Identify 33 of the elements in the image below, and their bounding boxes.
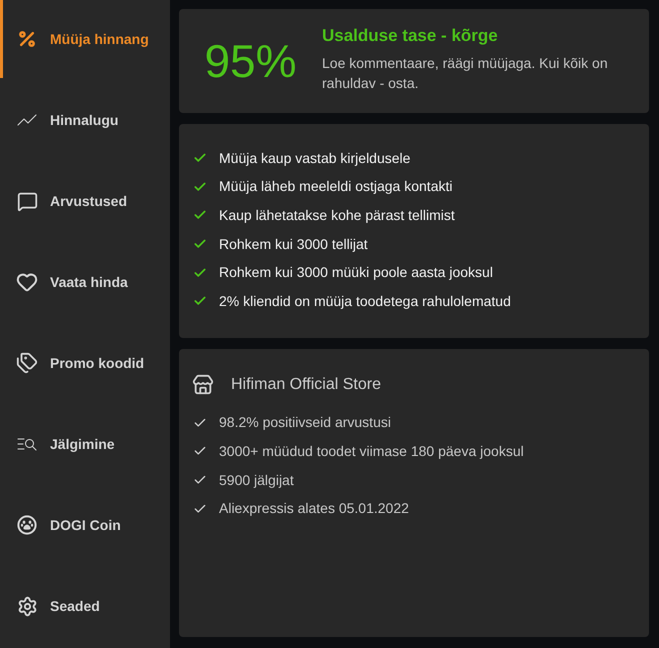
store-icon (192, 374, 214, 396)
criterion-text: Rohkem kui 3000 müüki poole aasta jooksul (219, 263, 493, 282)
trust-score: 95% (204, 38, 297, 84)
trend-line-icon (17, 114, 37, 126)
sidebar-item[interactable]: Müüja hinnang (0, 0, 170, 78)
sidebar-item[interactable]: Jälgimine (0, 405, 170, 483)
store-fact: 5900 jälgijat (219, 470, 294, 490)
search-list-icon (17, 437, 37, 451)
sidebar-item[interactable]: Hinnalugu (0, 81, 170, 159)
criterion-text: Müüja kaup vastab kirjeldusele (219, 148, 410, 168)
tags-icon (16, 352, 38, 374)
paw-coin-icon (17, 515, 37, 535)
trust-description: Loe kommentaare, räägi müüjaga. Kui kõik on rahuldav - osta. (322, 54, 609, 93)
sidebar-item[interactable]: Promo koodid (0, 324, 170, 402)
sidebar-item[interactable]: Seaded (0, 567, 170, 645)
criterion-text: Rohkem kui 3000 tellijat (219, 234, 368, 254)
store-fact: 3000+ müüdud toodet viimase 180 päeva jooksul (219, 442, 524, 461)
percent-icon (17, 29, 37, 49)
sidebar-item[interactable]: Vaata hinda (0, 243, 170, 321)
criterion-text: 2% kliendid on müüja toodetega rahulolematud (219, 292, 511, 311)
store-fact: 98.2% positiivseid arvustusi (219, 413, 391, 432)
trust-title: Usalduse tase - kõrge (322, 25, 499, 47)
store-name: Hifiman Official Store (231, 374, 381, 395)
heart-icon (16, 271, 38, 293)
store-fact: Aliexpressis alates 05.01.2022 (219, 499, 409, 518)
criterion-text: Müüja läheb meeleldi ostjaga kontakti (219, 177, 452, 196)
chat-bubble-icon (16, 190, 38, 212)
sidebar-item[interactable]: DOGI Coin (0, 486, 170, 564)
check-icon (193, 180, 207, 194)
check-icon (193, 266, 207, 280)
criterion-text: Kaup lähetatakse kohe pärast tellimist (219, 206, 455, 225)
settings-icon (16, 596, 38, 616)
sidebar-item[interactable]: Arvustused (0, 162, 170, 240)
